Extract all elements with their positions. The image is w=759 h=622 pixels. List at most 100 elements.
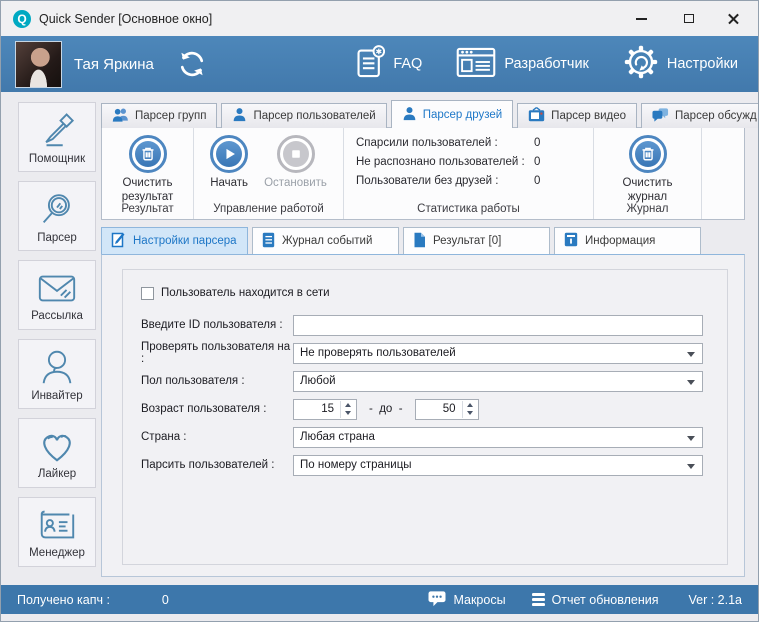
faq-button[interactable]: FAQ: [355, 44, 422, 84]
clear-result-button[interactable]: [129, 135, 167, 173]
sidebar-item-parser[interactable]: Парсер: [18, 181, 96, 251]
stepper-up-icon[interactable]: [463, 401, 477, 410]
hamburger-icon: [532, 593, 545, 606]
check-user-value: Не проверять пользователей: [300, 347, 456, 359]
minimize-button[interactable]: [630, 9, 652, 29]
stepper-down-icon[interactable]: [341, 409, 355, 418]
magnifier-icon: [37, 189, 77, 229]
stat-value: 0: [534, 156, 583, 168]
stop-button[interactable]: [277, 135, 315, 173]
window-controls: [630, 9, 746, 29]
sidebar-item-helper[interactable]: Помощник: [18, 102, 96, 172]
stepper-down-icon[interactable]: [463, 409, 477, 418]
pencil-icon: [37, 110, 77, 150]
toolbar-stats-group: Спарсили пользователей : 0 Не распознано…: [344, 128, 594, 219]
age-from-stepper[interactable]: 15: [293, 399, 357, 420]
envelope-icon: [36, 269, 78, 307]
age-to-stepper[interactable]: 50: [415, 399, 479, 420]
info-icon: [564, 232, 578, 250]
parse-mode-row: Парсить пользователей : По номеру страни…: [141, 454, 703, 476]
toolbar-control-group: Начать Остановить Управление работой: [194, 128, 344, 219]
journal-group-caption: Журнал: [594, 203, 701, 215]
settings-button[interactable]: Настройки: [623, 44, 738, 84]
person-icon: [402, 106, 417, 124]
tab-parser-discussions[interactable]: Парсер обсужд: [641, 103, 759, 128]
age-from-value: 15: [321, 403, 334, 415]
stepper-buttons: [462, 401, 477, 418]
tab-parser-video[interactable]: Парсер видео: [517, 103, 637, 128]
subtab-event-journal[interactable]: Журнал событий: [252, 227, 399, 254]
age-label: Возраст пользователя :: [141, 403, 293, 415]
parser-tabstrip: Парсер групп Парсер пользователей Парсер…: [101, 101, 745, 128]
country-label: Страна :: [141, 431, 293, 443]
user-id-row: Введите ID пользователя :: [141, 314, 703, 336]
stepper-buttons: [340, 401, 355, 418]
stat-label: Спарсили пользователей :: [356, 137, 534, 149]
check-user-select[interactable]: Не проверять пользователей: [293, 343, 703, 364]
captcha-value: 0: [162, 593, 169, 607]
user-avatar[interactable]: [15, 41, 62, 88]
developer-button[interactable]: Разработчик: [456, 45, 589, 83]
update-report-button[interactable]: Отчет обновления: [532, 593, 659, 607]
online-checkbox-row: Пользователь находится в сети: [141, 285, 703, 301]
sidebar-item-mailing[interactable]: Рассылка: [18, 260, 96, 330]
refresh-icon[interactable]: [174, 46, 210, 82]
trash-icon: [635, 141, 661, 167]
close-button[interactable]: [726, 11, 742, 27]
online-checkbox[interactable]: [141, 287, 154, 300]
clear-journal-button[interactable]: [629, 135, 667, 173]
trash-icon: [135, 141, 161, 167]
subtab-information[interactable]: Информация: [554, 227, 701, 254]
settings-gear-icon: [623, 44, 659, 84]
tab-parser-friends[interactable]: Парсер друзей: [391, 100, 513, 128]
chat-bubble-icon: [428, 590, 446, 610]
group-icon: [112, 107, 129, 125]
sidebar-item-label: Инвайтер: [31, 390, 82, 402]
sidebar-item-label: Менеджер: [29, 547, 85, 559]
user-name: Тая Яркина: [74, 56, 154, 73]
gender-value: Любой: [300, 375, 336, 387]
toolbar-journal-group: Очистить журнал Журнал: [594, 128, 702, 219]
country-value: Любая страна: [300, 431, 375, 443]
window-title: Quick Sender [Основное окно]: [39, 12, 212, 26]
online-checkbox-label: Пользователь находится в сети: [161, 287, 330, 299]
subtab-strip: Настройки парсера Журнал событий: [101, 227, 745, 254]
tab-label: Парсер обсужд: [675, 110, 757, 122]
parser-settings-icon: [111, 232, 126, 251]
tab-parser-users[interactable]: Парсер пользователей: [221, 103, 386, 128]
age-row: Возраст пользователя : 15 - до -: [141, 398, 703, 420]
sidebar-item-label: Помощник: [29, 153, 85, 165]
sidebar-item-manager[interactable]: Менеджер: [18, 497, 96, 567]
stepper-up-icon[interactable]: [341, 401, 355, 410]
chat-bubbles-icon: [652, 107, 669, 125]
stat-value: 0: [534, 175, 583, 187]
subtab-parser-settings[interactable]: Настройки парсера: [101, 227, 248, 254]
tab-label: Парсер видео: [551, 110, 626, 122]
macros-button[interactable]: Макросы: [428, 590, 505, 610]
stat-label: Пользователи без друзей :: [356, 175, 534, 187]
tv-icon: [528, 107, 545, 125]
sidebar-item-inviter[interactable]: Инвайтер: [18, 339, 96, 409]
sidebar: Помощник Парсер: [1, 92, 101, 584]
stats-group-caption: Статистика работы: [344, 203, 593, 215]
gender-label: Пол пользователя :: [141, 375, 293, 387]
version-label: Ver : 2.1a: [688, 593, 742, 607]
tab-parser-groups[interactable]: Парсер групп: [101, 103, 217, 128]
update-report-label: Отчет обновления: [552, 593, 659, 607]
app-logo-icon: Q: [13, 10, 31, 28]
header-bar: Тая Яркина: [1, 36, 758, 92]
gender-row: Пол пользователя : Любой: [141, 370, 703, 392]
gender-select[interactable]: Любой: [293, 371, 703, 392]
sidebar-item-liker[interactable]: Лайкер: [18, 418, 96, 488]
play-icon: [216, 141, 242, 167]
subtab-label: Настройки парсера: [133, 235, 237, 247]
age-separator: - до -: [369, 403, 403, 415]
user-id-input[interactable]: [293, 315, 703, 336]
subtab-result[interactable]: Результат [0]: [403, 227, 550, 254]
tab-label: Парсер групп: [135, 110, 206, 122]
parse-mode-select[interactable]: По номеру страницы: [293, 455, 703, 476]
country-select[interactable]: Любая страна: [293, 427, 703, 448]
status-bar: Получено капч : 0 Макросы Отчет обновлен…: [1, 585, 758, 614]
maximize-button[interactable]: [678, 9, 700, 29]
start-button[interactable]: [210, 135, 248, 173]
